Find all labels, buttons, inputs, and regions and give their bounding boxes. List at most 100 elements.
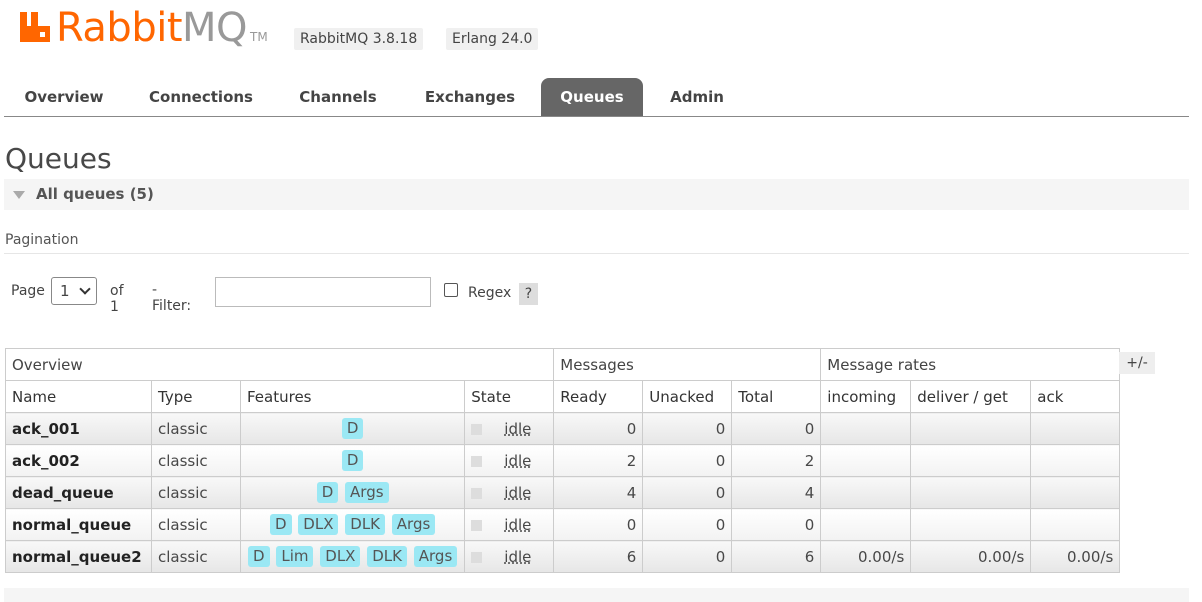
queue-name-link[interactable]: normal_queue2 xyxy=(5,540,152,573)
total-count: 2 xyxy=(731,444,822,477)
column-header-ready[interactable]: Ready xyxy=(553,380,644,413)
logo-word: Rabbit xyxy=(56,5,183,51)
total-count: 4 xyxy=(731,476,822,509)
erlang-version-badge: Erlang 24.0 xyxy=(446,28,539,50)
column-header-incoming[interactable]: incoming xyxy=(820,380,912,413)
queue-features: D xyxy=(239,412,466,445)
column-header-type[interactable]: Type xyxy=(151,380,241,413)
tab-connections[interactable]: Connections xyxy=(135,78,267,116)
total-count: 6 xyxy=(731,540,822,573)
queue-name-link[interactable]: normal_queue xyxy=(5,508,152,541)
unacked-count: 0 xyxy=(642,508,733,541)
feature-badge: DLX xyxy=(298,514,339,535)
rabbit-logo-icon xyxy=(20,12,50,42)
queue-type: classic xyxy=(151,476,241,509)
tab-queues[interactable]: Queues xyxy=(541,78,643,116)
queue-name-link[interactable]: dead_queue xyxy=(5,476,152,509)
divider xyxy=(4,253,1189,254)
state-square-icon xyxy=(471,519,483,531)
column-toggle-button[interactable]: +/- xyxy=(1119,352,1155,374)
queues-table: Overview Messages Message rates Name Typ… xyxy=(4,348,1121,573)
ack-rate xyxy=(1030,444,1121,477)
table-row: normal_queue2 classic D Lim DLX DLK Args… xyxy=(5,540,1121,573)
total-count: 0 xyxy=(731,508,822,541)
state-square-icon xyxy=(471,423,483,435)
queue-name-link[interactable]: ack_002 xyxy=(5,444,152,477)
incoming-rate xyxy=(820,508,912,541)
column-header-ack[interactable]: ack xyxy=(1030,380,1121,413)
tab-exchanges[interactable]: Exchanges xyxy=(410,78,530,116)
tab-admin[interactable]: Admin xyxy=(657,78,737,116)
column-header-name[interactable]: Name xyxy=(5,380,152,413)
queue-type: classic xyxy=(151,540,241,573)
deliver-get-rate xyxy=(910,476,1032,509)
feature-badge: Lim xyxy=(276,546,314,567)
feature-badge: D xyxy=(316,482,339,503)
regex-checkbox[interactable] xyxy=(444,283,458,297)
incoming-rate xyxy=(820,412,912,445)
queue-state: idle xyxy=(464,476,555,509)
feature-badge: DLK xyxy=(367,546,407,567)
deliver-get-rate xyxy=(910,412,1032,445)
table-row: dead_queue classic D Args idle 4 0 4 xyxy=(5,476,1121,509)
regex-help-button[interactable]: ? xyxy=(519,283,538,305)
ack-rate xyxy=(1030,412,1121,445)
page-of-label: of 1 xyxy=(110,283,124,315)
table-row: ack_002 classic D idle 2 0 2 xyxy=(5,444,1121,477)
group-header-message-rates: Message rates xyxy=(820,348,1121,381)
add-queue-section-header[interactable] xyxy=(4,588,1189,602)
pagination-label: Pagination xyxy=(5,232,79,248)
ready-count: 4 xyxy=(553,476,644,509)
feature-badge: Args xyxy=(413,546,458,567)
feature-badge: D xyxy=(269,514,292,535)
regex-label: Regex xyxy=(468,285,512,301)
column-header-deliver-get[interactable]: deliver / get xyxy=(910,380,1032,413)
unacked-count: 0 xyxy=(642,444,733,477)
queue-type: classic xyxy=(151,412,241,445)
ack-rate xyxy=(1030,508,1121,541)
queue-features: D DLX DLK Args xyxy=(239,508,466,541)
filter-input[interactable] xyxy=(215,277,431,307)
state-label: idle xyxy=(504,419,532,438)
column-header-total[interactable]: Total xyxy=(731,380,822,413)
queue-type: classic xyxy=(151,508,241,541)
deliver-get-rate xyxy=(910,444,1032,477)
total-count: 0 xyxy=(731,412,822,445)
collapse-triangle-icon xyxy=(13,191,25,199)
logo-text: RabbitMQ xyxy=(56,5,248,51)
unacked-count: 0 xyxy=(642,540,733,573)
ready-count: 0 xyxy=(553,508,644,541)
queue-state: idle xyxy=(464,444,555,477)
state-square-icon xyxy=(471,455,483,467)
ready-count: 2 xyxy=(553,444,644,477)
feature-badge: D xyxy=(248,546,270,567)
ready-count: 6 xyxy=(553,540,644,573)
deliver-get-rate: 0.00/s xyxy=(910,540,1032,573)
group-header-messages: Messages xyxy=(553,348,822,381)
tab-overview[interactable]: Overview xyxy=(8,78,120,116)
page-select[interactable]: 1 xyxy=(51,277,97,305)
page-select-value: 1 xyxy=(60,282,70,300)
column-header-state[interactable]: State xyxy=(464,380,555,413)
chevron-down-icon xyxy=(79,283,91,295)
rabbitmq-version-badge: RabbitMQ 3.8.18 xyxy=(294,28,424,50)
incoming-rate xyxy=(820,476,912,509)
feature-badge: D xyxy=(341,450,364,471)
queue-name-link[interactable]: ack_001 xyxy=(5,412,152,445)
column-header-unacked[interactable]: Unacked xyxy=(642,380,733,413)
ack-rate: 0.00/s xyxy=(1030,540,1121,573)
unacked-count: 0 xyxy=(642,476,733,509)
table-row: normal_queue classic D DLX DLK Args idle… xyxy=(5,508,1121,541)
tab-channels[interactable]: Channels xyxy=(288,78,388,116)
rabbitmq-logo[interactable]: RabbitMQ TM xyxy=(18,8,268,48)
ack-rate xyxy=(1030,476,1121,509)
state-square-icon xyxy=(471,551,483,563)
queue-state: idle xyxy=(464,412,555,445)
queue-type: classic xyxy=(151,444,241,477)
state-label: idle xyxy=(504,547,532,566)
all-queues-section-header[interactable]: All queues (5) xyxy=(4,179,1189,210)
state-label: idle xyxy=(504,515,532,534)
page-label: Page xyxy=(11,283,45,299)
column-header-features: Features xyxy=(239,380,466,413)
state-square-icon xyxy=(471,487,483,499)
